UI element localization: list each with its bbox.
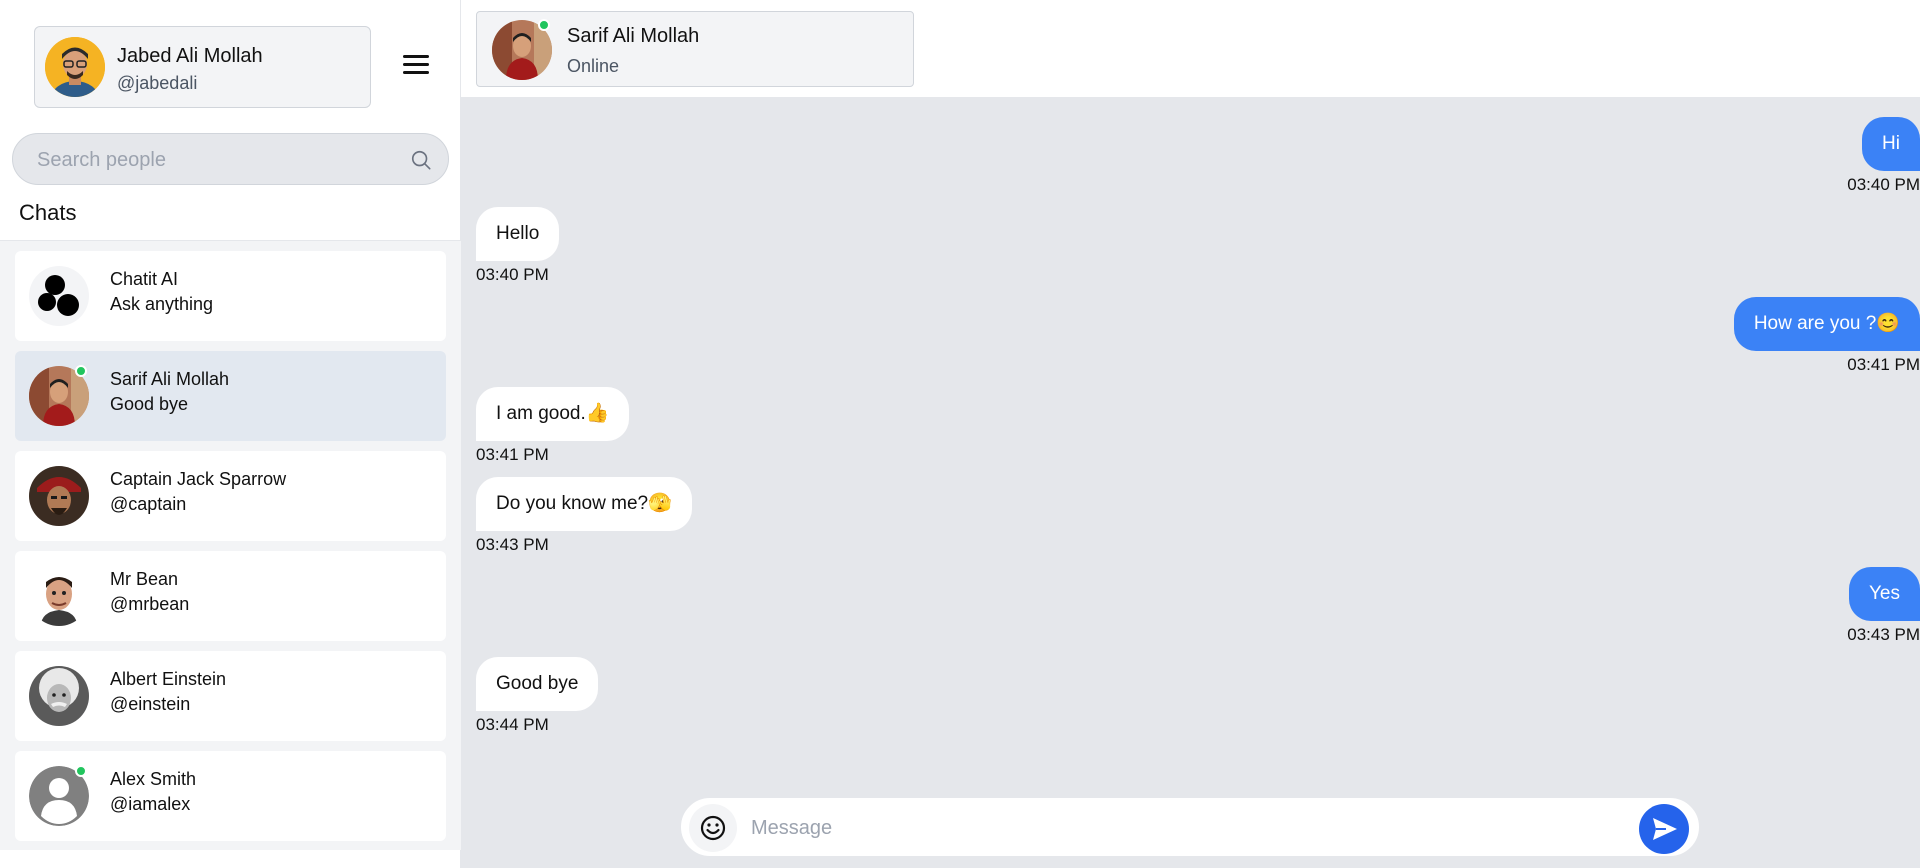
message-bubble: Good bye [476,657,599,711]
chat-item-sarif-ali-mollah[interactable]: Sarif Ali Mollah Good bye [15,351,446,441]
chat-item-chatit-ai[interactable]: Chatit AI Ask anything [15,251,446,341]
chat-item-name: Mr Bean [110,569,179,589]
chat-item-captain-jack-sparrow[interactable]: Captain Jack Sparrow @captain [15,451,446,541]
chat-item-sub: @mrbean [110,594,190,614]
message-bubble: Hi [1862,117,1920,171]
chat-item-sub: @einstein [110,694,191,714]
message-incoming: I am good.👍 03:41 PM [476,387,630,465]
avatar [29,666,89,726]
message-bubble: Hello [476,207,560,261]
chat-item-name: Sarif Ali Mollah [110,369,230,389]
online-status-dot [75,365,87,377]
message-time: 03:43 PM [1847,625,1920,644]
online-status-dot [538,19,550,31]
hamburger-menu-icon[interactable] [403,55,429,75]
online-status-dot [75,765,87,777]
chat-item-mr-bean[interactable]: Mr Bean @mrbean [15,551,446,641]
chats-heading: Chats [19,200,77,225]
message-incoming: Do you know me?🫣 03:43 PM [476,477,692,555]
message-input[interactable] [751,812,1611,844]
chat-header: Sarif Ali Mollah Online [461,0,1920,97]
chat-item-sub: Good bye [110,394,189,414]
message-time: 03:41 PM [1847,355,1920,374]
smiley-icon [700,815,726,841]
send-button[interactable] [1639,804,1689,854]
chat-item-sub: @iamalex [110,794,191,814]
message-time: 03:40 PM [476,265,549,284]
avatar [29,566,89,626]
message-bubble: I am good.👍 [476,387,630,441]
chat-item-sub: @captain [110,494,187,514]
message-incoming: Good bye 03:44 PM [476,657,599,735]
chat-item-alex-smith[interactable]: Alex Smith @iamalex [15,751,446,841]
sidebar: Jabed Ali Mollah @jabedali Chats Chatit … [0,0,461,868]
emoji-picker-button[interactable] [689,804,737,852]
message-outgoing: Yes 03:43 PM [1847,567,1920,645]
message-composer [680,797,1700,857]
message-time: 03:44 PM [476,715,549,734]
message-bubble: How are you ?😊 [1733,297,1920,351]
chat-item-name: Alex Smith [110,769,197,789]
contact-card[interactable]: Sarif Ali Mollah Online [476,11,914,87]
message-outgoing: Hi 03:40 PM [1847,117,1920,195]
search-input[interactable] [37,146,397,174]
search-box [12,133,449,185]
user-name: Jabed Ali Mollah [117,45,263,67]
contact-name: Sarif Ali Mollah [567,25,700,47]
chat-item-name: Captain Jack Sparrow [110,469,287,489]
user-handle: @jabedali [117,73,198,93]
message-outgoing: How are you ?😊 03:41 PM [1733,297,1920,375]
chat-item-albert-einstein[interactable]: Albert Einstein @einstein [15,651,446,741]
user-profile-card[interactable]: Jabed Ali Mollah @jabedali [34,26,371,108]
contact-status: Online [567,56,620,76]
chat-panel: Sarif Ali Mollah Online Hi 03:40 PM Hell… [461,0,1920,868]
send-icon [1653,818,1677,840]
search-icon[interactable] [410,149,432,171]
message-bubble: Do you know me?🫣 [476,477,692,531]
message-bubble: Yes [1849,567,1920,621]
chat-item-sub: Ask anything [110,294,214,314]
message-time: 03:40 PM [1847,175,1920,194]
avatar [29,466,89,526]
message-incoming: Hello 03:40 PM [476,207,560,285]
message-time: 03:43 PM [476,535,549,554]
message-time: 03:41 PM [476,445,549,464]
chat-item-name: Chatit AI [110,269,179,289]
chatit-logo-icon [29,266,89,326]
chat-list: Chatit AI Ask anything Sarif Ali Mollah … [0,240,461,850]
chat-item-name: Albert Einstein [110,669,227,689]
user-avatar [45,37,105,97]
